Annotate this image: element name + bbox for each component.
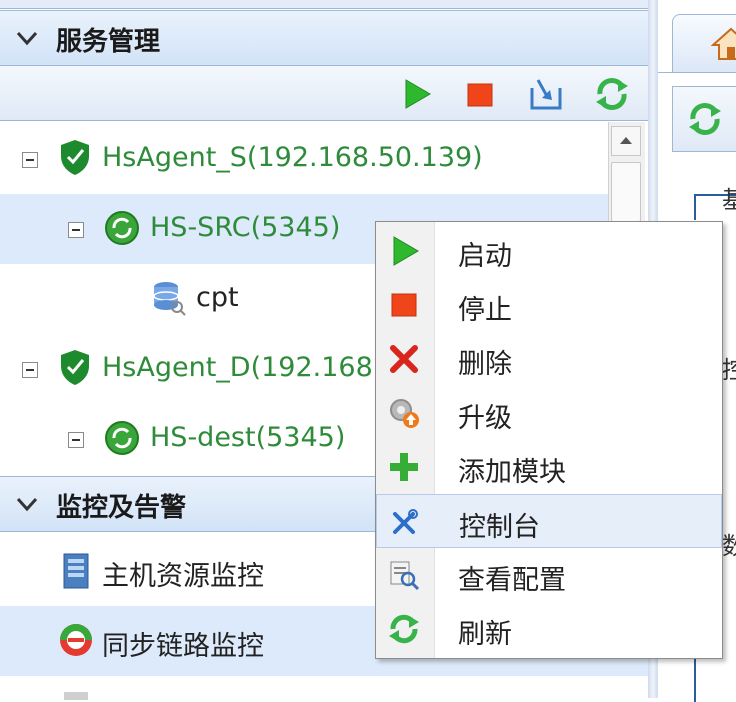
list-item-label: 同步链路监控 [102, 631, 264, 662]
group-title: 数 [722, 532, 736, 560]
monitoring-title: 监控及告警 [56, 493, 187, 523]
menu-item-console[interactable]: 控制台 [376, 494, 722, 548]
tree-node-label: HS-dest(5345) [150, 422, 346, 453]
shield-icon [61, 350, 89, 385]
service-running-icon [105, 211, 139, 245]
chevron-down-icon [16, 497, 38, 512]
scroll-up-button[interactable] [611, 126, 641, 156]
partial-icon [64, 692, 88, 700]
group-title: 基 [722, 186, 736, 214]
collapse-icon[interactable] [68, 432, 84, 448]
play-icon [393, 236, 419, 266]
list-item-label: 主机资源监控 [102, 561, 264, 592]
delete-icon [390, 345, 418, 373]
collapse-icon[interactable] [22, 152, 38, 168]
menu-item-label: 删除 [458, 349, 512, 380]
group-title: 控 [722, 356, 736, 384]
menu-item-label: 添加模块 [458, 457, 566, 488]
view-config-icon [390, 561, 420, 591]
menu-item-upgrade[interactable]: 升级 [376, 386, 722, 440]
menu-item-refresh[interactable]: 刷新 [376, 602, 722, 656]
collapse-icon[interactable] [22, 362, 38, 378]
context-menu: 启动 停止 删除 升级 添加模块 控制台 查看配置 刷新 [375, 221, 723, 659]
menu-item-view-config[interactable]: 查看配置 [376, 548, 722, 602]
stop-icon [391, 293, 417, 317]
tree-node-label: cpt [196, 282, 239, 313]
tree-node-label: HS-SRC(5345) [150, 212, 341, 243]
add-icon [390, 453, 418, 481]
menu-item-label: 控制台 [459, 512, 540, 543]
tree-node-label: HsAgent_D(192.168. [102, 352, 382, 383]
shield-icon [61, 140, 89, 175]
tab-strip-line [658, 72, 736, 73]
import-button[interactable] [528, 76, 564, 112]
list-item-partial [0, 676, 648, 700]
menu-item-label: 启动 [458, 241, 512, 272]
refresh-icon[interactable] [687, 101, 723, 137]
chevron-down-icon [16, 31, 38, 46]
service-management-title: 服务管理 [56, 27, 161, 57]
tab-home[interactable] [672, 14, 736, 73]
link-monitor-icon [60, 624, 92, 656]
menu-item-stop[interactable]: 停止 [376, 278, 722, 332]
refresh-button[interactable] [594, 76, 630, 112]
arrow-up-icon [620, 137, 632, 144]
menu-item-label: 停止 [458, 295, 512, 326]
refresh-icon [389, 614, 419, 644]
service-management-header[interactable]: 服务管理 [0, 10, 648, 66]
right-toolbar [672, 86, 736, 152]
stop-button[interactable] [462, 76, 498, 112]
service-running-icon [105, 421, 139, 455]
console-icon [393, 509, 418, 534]
menu-item-label: 查看配置 [458, 565, 566, 596]
service-toolbar [0, 66, 648, 121]
upgrade-icon [390, 399, 419, 428]
tree-node-agent[interactable]: HsAgent_S(192.168.50.139) [0, 124, 608, 194]
menu-item-label: 升级 [458, 403, 512, 434]
scroll-thumb[interactable] [611, 162, 641, 222]
server-icon [63, 553, 89, 589]
menu-item-add-module[interactable]: 添加模块 [376, 440, 722, 494]
tree-node-label: HsAgent_S(192.168.50.139) [102, 142, 483, 173]
start-button[interactable] [398, 76, 434, 112]
top-partial-bar [0, 0, 648, 9]
home-icon [711, 27, 736, 60]
menu-item-start[interactable]: 启动 [376, 224, 722, 278]
menu-item-label: 刷新 [458, 619, 512, 650]
menu-item-delete[interactable]: 删除 [376, 332, 722, 386]
database-icon [153, 282, 186, 316]
collapse-icon[interactable] [68, 222, 84, 238]
